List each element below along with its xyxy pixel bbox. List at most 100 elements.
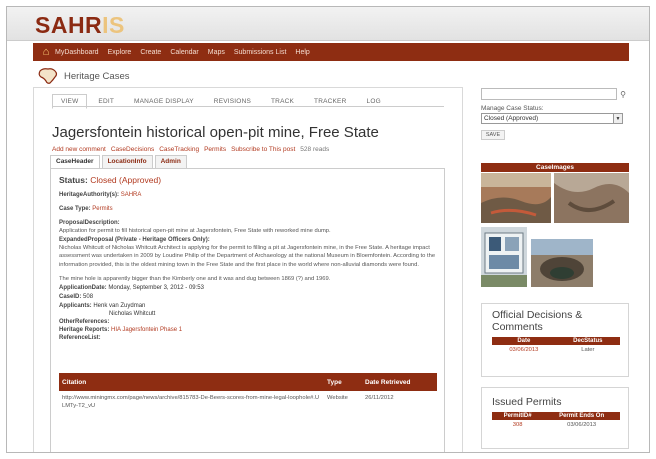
decision-date-link[interactable]: 03/06/2013	[492, 345, 556, 355]
expanded-proposal-text-2: The mine hole is apparently bigger than …	[59, 276, 331, 282]
nav-item-mydashboard[interactable]: MyDashboard	[55, 49, 99, 56]
chevron-down-icon[interactable]: ▼	[613, 114, 622, 123]
case-header-panel: Status: Closed (Approved) HeritageAuthor…	[50, 169, 445, 452]
status-label: Status:	[59, 175, 88, 185]
add-comment-link[interactable]: Add new comment	[52, 146, 106, 153]
citation-date: 26/11/2012	[365, 395, 394, 401]
heritage-authority-field: HeritageAuthority(s): SAHRA	[59, 191, 436, 199]
main-navbar: ⌂ MyDashboard Explore Create Calendar Ma…	[33, 43, 629, 61]
case-tracking-link[interactable]: CaseTracking	[159, 146, 199, 153]
column-header-type: Type	[324, 373, 362, 391]
nav-item-help[interactable]: Help	[295, 49, 309, 56]
status-value: Closed (Approved)	[90, 175, 162, 185]
authority-label: HeritageAuthority(s):	[59, 192, 120, 198]
case-status-selected: Closed (Approved)	[484, 115, 539, 122]
table-row: 308 03/06/2013	[492, 420, 620, 430]
column-header-decstatus: DecStatus	[555, 337, 620, 345]
column-header-permit-id: PermitID#	[492, 412, 544, 420]
permits-title: Issued Permits	[492, 396, 562, 408]
case-image-thumbnail[interactable]	[481, 173, 551, 223]
heritage-reports-label: Heritage Reports:	[59, 326, 110, 333]
manage-status-label: Manage Case Status:	[481, 105, 544, 112]
case-id-value: 508	[83, 293, 94, 300]
case-status-select[interactable]: Closed (Approved) ▼	[481, 113, 623, 124]
citations-table: Citation Type Date Retrieved http://www.…	[59, 373, 437, 413]
nav-item-maps[interactable]: Maps	[208, 49, 225, 56]
applicants-label: Applicants:	[59, 302, 92, 309]
applicant-name: Nicholas Whitcutt	[109, 310, 156, 317]
search-icon[interactable]: ⚲	[617, 88, 629, 100]
permit-id-link[interactable]: 308	[492, 420, 543, 430]
other-references-label: OtherReferences:	[59, 318, 110, 325]
reference-list-label: ReferenceList:	[59, 334, 101, 341]
citation-type: Website	[327, 395, 348, 401]
nav-item-submissions-list[interactable]: Submissions List	[234, 49, 287, 56]
reference-list-field: ReferenceList:	[59, 334, 436, 342]
right-sidebar: ⚲ Manage Case Status: Closed (Approved) …	[481, 87, 631, 449]
nav-item-calendar[interactable]: Calendar	[170, 49, 198, 56]
column-header-date: Date	[492, 337, 556, 345]
other-references-field: OtherReferences:	[59, 318, 436, 326]
case-type-link[interactable]: Permits	[92, 206, 112, 212]
africa-map-icon	[38, 68, 58, 84]
column-header-date-retrieved: Date Retrieved	[362, 373, 437, 391]
logo-main-text: SAHR	[35, 12, 103, 38]
search-row: ⚲	[481, 87, 631, 101]
proposal-field: ProposalDescription: Application for per…	[59, 219, 436, 284]
case-action-links: Add new comment CaseDecisions CaseTracki…	[52, 146, 329, 153]
subtab-caseheader[interactable]: CaseHeader	[50, 155, 100, 168]
case-image-thumbnail[interactable]	[531, 239, 593, 287]
column-header-citation: Citation	[59, 373, 324, 391]
case-images-block: CaseImages	[481, 163, 629, 293]
expanded-proposal-text: Nicholas Whitcutt of Nicholas Whitcutt A…	[59, 244, 436, 268]
case-type-label: Case Type:	[59, 206, 91, 212]
nav-item-create[interactable]: Create	[140, 49, 161, 56]
subtab-locationinfo[interactable]: LocationInfo	[101, 155, 153, 168]
table-header-row: Citation Type Date Retrieved	[59, 373, 437, 391]
site-logo[interactable]: SAHRIS	[35, 12, 125, 39]
permits-table: PermitID# Permit Ends On 308 03/06/2013	[492, 412, 620, 430]
case-decisions-link[interactable]: CaseDecisions	[111, 146, 154, 153]
application-date-label: ApplicationDate:	[59, 284, 107, 291]
decision-status: Later	[581, 347, 595, 353]
section-title: Heritage Cases	[64, 70, 130, 82]
home-icon[interactable]: ⌂	[37, 43, 55, 61]
page-frame: SAHRIS ⌂ MyDashboard Explore Create Cale…	[6, 6, 650, 453]
issued-permits-block: Issued Permits PermitID# Permit Ends On …	[481, 387, 629, 449]
subtab-admin[interactable]: Admin	[154, 155, 187, 168]
logo-accent-text: IS	[102, 12, 125, 38]
subscribe-link[interactable]: Subscribe to This post	[231, 146, 295, 153]
case-id-field: CaseID: 508	[59, 293, 436, 301]
case-type-field: Case Type: Permits	[59, 205, 436, 213]
decisions-title: Official Decisions & Comments	[492, 309, 583, 333]
case-images-header: CaseImages	[481, 163, 629, 172]
proposal-text: Application for permit to fill historica…	[59, 228, 331, 234]
case-subtabs: CaseHeader LocationInfo Admin	[50, 155, 445, 169]
section-header: Heritage Cases	[37, 67, 129, 85]
table-header-row: Date DecStatus	[492, 337, 620, 345]
applicant-name: Henk van Zuydman	[93, 302, 146, 309]
citation-url[interactable]: http://www.miningmx.com/page/news/archiv…	[59, 391, 324, 413]
case-image-thumbnail[interactable]	[481, 227, 527, 287]
case-id-label: CaseID:	[59, 293, 82, 300]
nav-item-explore[interactable]: Explore	[108, 49, 132, 56]
case-content: VIEW EDIT MANAGE DISPLAY REVISIONS TRACK…	[33, 87, 463, 452]
column-header-permit-ends: Permit Ends On	[543, 412, 620, 420]
application-date-field: ApplicationDate: Monday, September 3, 20…	[59, 284, 436, 292]
table-row: 03/06/2013 Later	[492, 345, 620, 355]
read-count: 528 reads	[300, 146, 330, 153]
expanded-proposal-label: ExpandedProposal (Private - Heritage Off…	[59, 236, 210, 243]
case-image-thumbnail[interactable]	[554, 173, 629, 223]
save-button[interactable]: SAVE	[481, 130, 505, 140]
search-input[interactable]	[481, 88, 617, 100]
permit-ends-on: 03/06/2013	[567, 422, 597, 428]
tabs-divider	[52, 106, 444, 107]
status-line: Status: Closed (Approved)	[59, 175, 436, 185]
permits-link[interactable]: Permits	[204, 146, 226, 153]
table-row: http://www.miningmx.com/page/news/archiv…	[59, 391, 437, 413]
heritage-report-link[interactable]: HIA Jagersfontein Phase 1	[111, 327, 182, 333]
authority-link[interactable]: SAHRA	[121, 192, 142, 198]
proposal-label: ProposalDescription:	[59, 220, 120, 226]
application-date-value: Monday, September 3, 2012 - 09:53	[108, 284, 204, 291]
applicants-field: Applicants: Henk van Zuydman Nicholas Wh…	[59, 302, 436, 318]
